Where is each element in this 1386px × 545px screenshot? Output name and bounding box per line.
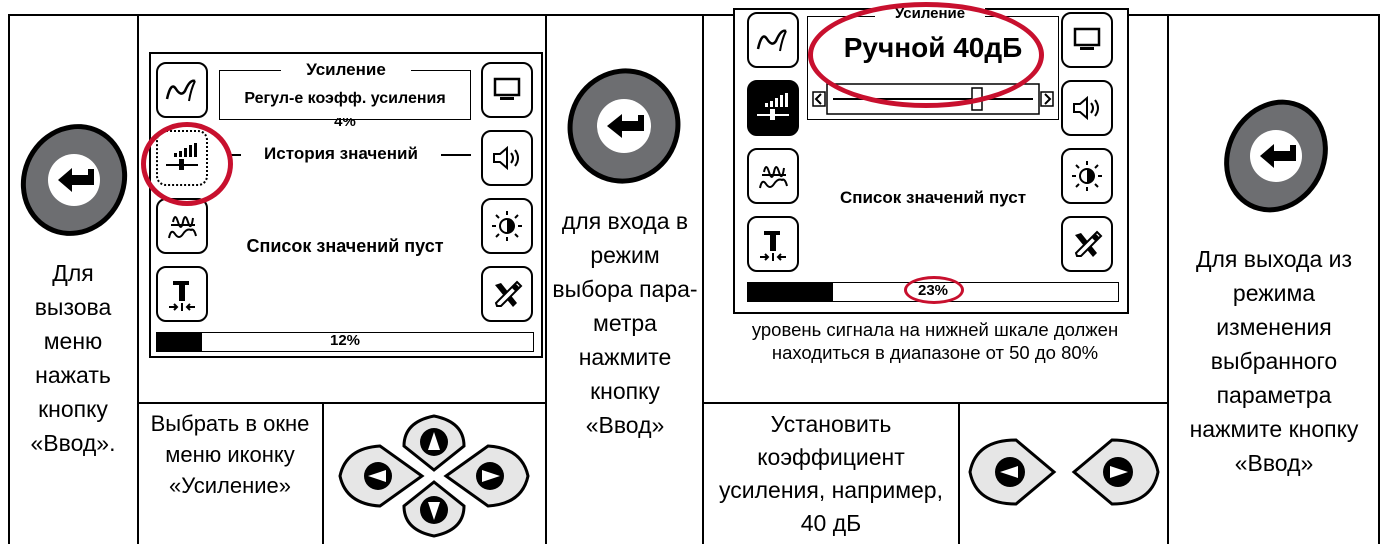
left-right-keys-icon: [968, 438, 1160, 506]
settings-menu-tile[interactable]: [1061, 216, 1113, 272]
arrow-cross-keys-icon: [338, 414, 530, 538]
gain-icon-highlight: [141, 122, 233, 206]
sound-menu-tile[interactable]: [1061, 80, 1113, 136]
enter-button-1[interactable]: [20, 120, 128, 240]
probe-menu-tile[interactable]: [156, 266, 208, 322]
gain-section-title: Усиление: [281, 60, 411, 80]
probe-icon: [169, 281, 195, 311]
gain-menu-tile[interactable]: [156, 62, 208, 118]
signal-level-highlight: [904, 276, 964, 304]
tools-icon: [494, 280, 523, 307]
enter-button-2[interactable]: [564, 66, 684, 186]
sound-menu-tile[interactable]: [481, 130, 533, 186]
enter-key-icon: [20, 124, 128, 236]
brightness-menu-tile[interactable]: [481, 198, 533, 254]
display-menu-tile[interactable]: [1061, 12, 1113, 68]
gain-description: Регул-е коэфф. усиления: [244, 90, 446, 107]
gain-value-highlight: [808, 2, 1044, 108]
call-menu-instruction: Для вызова меню нажать кнопку «Ввод».: [30, 260, 116, 456]
tools-icon: [1074, 230, 1103, 257]
probe-menu-tile[interactable]: [747, 216, 799, 272]
enter-button-3[interactable]: [1222, 96, 1330, 216]
speaker-icon: [493, 145, 519, 171]
filter-icon: [168, 216, 197, 239]
waveform-icon: [165, 79, 196, 102]
probe-icon: [760, 231, 786, 261]
enter-key-icon: [1224, 99, 1328, 213]
signal-level-label: 12%: [329, 332, 361, 349]
gain-bars-icon: [757, 93, 789, 120]
history-section-title: История значений: [264, 144, 418, 163]
display-menu-tile[interactable]: [481, 62, 533, 118]
enter-select-mode-instruction: для входа в режим выбора пара-метра нажм…: [552, 208, 698, 438]
enter-key-icon: [567, 68, 681, 184]
device-screen-menu: Усиление Регул-е коэфф. усиления 4% Исто…: [149, 52, 543, 358]
left-right-keys[interactable]: [966, 432, 1162, 512]
set-gain-instruction: Установить коэффициент усиления, наприме…: [719, 411, 943, 536]
filter-menu-tile[interactable]: [747, 148, 799, 204]
arrow-keys-pad[interactable]: [336, 412, 532, 540]
empty-list-message: Список значений пуст: [246, 236, 444, 256]
select-gain-instruction: Выбрать в окне меню иконку «Усиление»: [150, 411, 310, 498]
gain-menu-tile[interactable]: [747, 12, 799, 68]
filter-menu-tile[interactable]: [156, 198, 208, 254]
gain-value-fragment: 4%: [334, 118, 356, 130]
empty-list-message: Список значений пуст: [839, 188, 1027, 207]
brightness-menu-tile[interactable]: [1061, 148, 1113, 204]
filter-icon: [759, 166, 788, 189]
monitor-icon: [493, 77, 521, 100]
gain-menu-tile-active[interactable]: [747, 80, 799, 136]
brightness-icon: [1072, 161, 1102, 191]
brightness-icon: [492, 211, 522, 241]
exit-mode-instruction: Для выхода из режима изменения выбранног…: [1189, 246, 1359, 476]
signal-level-bar: 12%: [156, 332, 534, 352]
monitor-icon: [1073, 27, 1101, 50]
settings-menu-tile[interactable]: [481, 266, 533, 322]
speaker-icon: [1073, 95, 1099, 121]
signal-level-caption: уровень сигнала на нижней шкале должен н…: [751, 319, 1119, 363]
waveform-icon: [756, 29, 787, 52]
